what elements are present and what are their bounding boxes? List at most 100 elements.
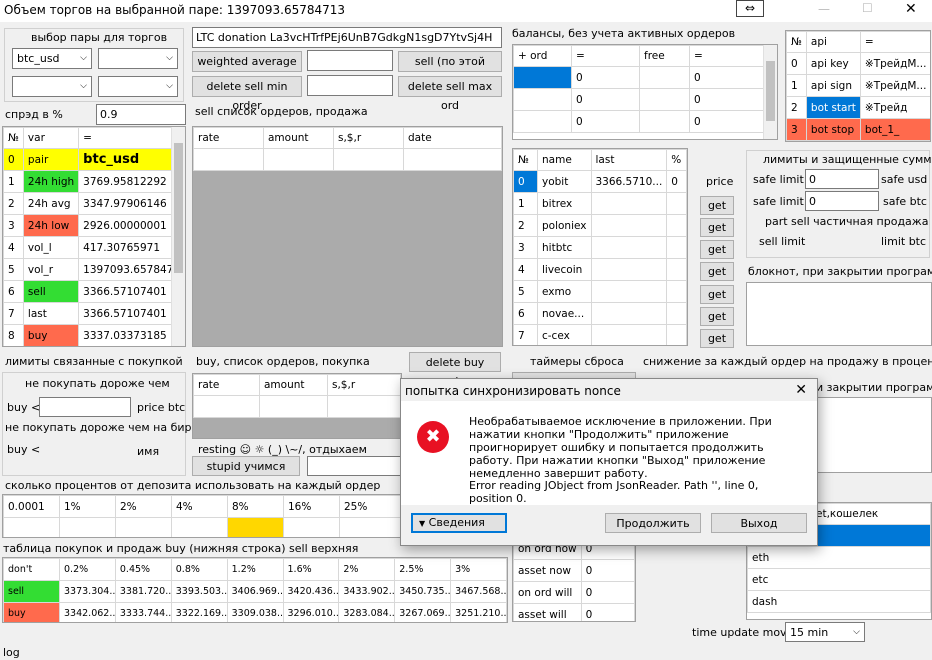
buy-price-input[interactable]	[39, 397, 131, 417]
buy-orders-label: buy, список ордеров, покупка	[196, 355, 370, 368]
no-buy-more-label: не покупать дороже чем	[25, 377, 170, 390]
table-row	[193, 395, 401, 418]
table-row: 0 pair btc_usd	[3, 148, 185, 171]
table-row: sell 3373.304... 3381.720... 3393.503... 340…	[3, 580, 507, 603]
error-dialog: попытка синхронизировать nonce ✕ ✖ Необр…	[400, 378, 818, 546]
pair-select-2[interactable]: ⌵	[98, 48, 178, 69]
buy-lt-label: buy <	[7, 401, 41, 414]
chevron-down-icon: ⌵	[80, 53, 87, 63]
table-row: 7 last 3366.57107401	[3, 302, 185, 325]
table-row	[193, 148, 502, 171]
table-row: 2 bot start ※Трейд	[786, 96, 930, 119]
table-row: 00	[513, 110, 777, 133]
table-row: 6 novae...	[513, 302, 687, 325]
table-row: dash	[747, 590, 931, 613]
stupid-button[interactable]: stupid учимся	[192, 456, 300, 476]
limits-group: лимиты и защищенные суммы safe limit 0 s…	[746, 150, 932, 258]
chevron-down-icon: ▼	[419, 519, 426, 528]
dialog-error-text: Error reading JObject from JsonReader. P…	[469, 479, 759, 505]
price-label: price	[706, 175, 734, 188]
stupid-input[interactable]	[307, 456, 403, 476]
exit-button[interactable]: Выход	[711, 513, 807, 533]
dialog-title: попытка синхронизировать nonce	[405, 384, 621, 398]
table-row: on ord will 0	[513, 581, 635, 604]
pair-select[interactable]: btc_usd ⌵	[12, 48, 92, 69]
details-button[interactable]: ▼ Сведения	[411, 513, 507, 533]
deposit-table[interactable]: 0.0001 1% 2% 4% 8% 16% 25%	[2, 494, 412, 538]
part-sell-label: part sell частичная продажа	[765, 215, 929, 228]
table-row: 0 api key ※ТрейдМ...	[786, 52, 930, 75]
minimize-icon[interactable]: —	[818, 2, 830, 16]
pair-label: выбор пары для торгов	[31, 31, 168, 44]
sell-amount-input[interactable]	[307, 75, 393, 96]
delete-sell-max-button[interactable]: delete sell max ord	[398, 76, 502, 112]
table-row: eth	[747, 546, 931, 569]
safe-btc-input[interactable]: 0	[805, 191, 879, 211]
get-button[interactable]: get	[700, 240, 734, 259]
price-btc-label: price btc	[137, 401, 186, 414]
notepad2-label: и закрытии программы	[816, 381, 932, 394]
table-row: 1 bitrex	[513, 192, 687, 215]
api-table[interactable]: № api = 0 api key ※ТрейдМ... 1 api sign ※Трейд…	[785, 30, 931, 142]
table-row: asset will 0	[513, 603, 635, 621]
table-row: 2 24h avg 3347.97906146	[3, 192, 185, 215]
buy-limits-group: не покупать дороже чем buy < price btc н…	[2, 372, 208, 476]
pair-select-4[interactable]: ⌵	[98, 76, 178, 97]
close-icon[interactable]: ✕	[905, 1, 917, 17]
weighted-average-button[interactable]: weighted average	[192, 51, 302, 72]
table-row: 6 sell 3366.57107401	[3, 280, 185, 303]
table-row: 5 exmo	[513, 280, 687, 303]
chevron-down-icon: ⌵	[80, 81, 87, 91]
get-button[interactable]: get	[700, 262, 734, 281]
buy-limits-title: лимиты связанные с покупкой	[5, 355, 183, 368]
ticker-table[interactable]: № var = 0 pair btc_usd 1 24h high 3769.9581229…	[2, 126, 186, 347]
title-bar: Объем торгов на выбранной паре: 1397093.…	[0, 0, 932, 22]
sell-no-price-button[interactable]: sell (по этой цене)	[398, 51, 502, 87]
table-row: 7 c-cex	[513, 324, 687, 345]
notepad-textarea[interactable]	[746, 282, 932, 346]
get-button[interactable]: get	[700, 307, 734, 326]
log-label: log	[3, 646, 20, 659]
get-button[interactable]: get	[700, 218, 734, 237]
get-button[interactable]: get	[700, 329, 734, 348]
decrease-label: снижение за каждый ордер на продажу в пр…	[643, 355, 932, 368]
sell-price-input[interactable]	[307, 50, 393, 71]
orders-side-table[interactable]: on ord now 0 asset now 0 on ord will 0 asse…	[512, 536, 636, 622]
resting-label: resting ☺ ☼ (_) \~/, отдыхаем	[198, 443, 367, 456]
table-row: 3 bot stop bot_1_	[786, 118, 930, 141]
table-row: 1 24h high 3769.95812292	[3, 170, 185, 193]
dialog-close-icon[interactable]: ✕	[795, 382, 807, 398]
time-update-label: time update move	[692, 626, 794, 639]
buy-orders-table[interactable]: rate amount s,$,r	[192, 373, 402, 439]
sell-orders-table[interactable]: rate amount s,$,r date	[192, 126, 503, 347]
balances-table[interactable]: + ord = free = 00 00 00	[512, 44, 778, 140]
swap-icon[interactable]: ⇔	[736, 0, 764, 17]
scrollbar[interactable]	[763, 45, 777, 139]
table-row: 00	[513, 88, 777, 111]
scrollbar[interactable]	[171, 127, 185, 346]
table-row: 0 yobit 3366.5710... 0	[513, 170, 687, 193]
table-row: 4 livecoin	[513, 258, 687, 281]
notepad2-textarea[interactable]	[816, 397, 932, 473]
safe-btc-label: safe btc	[883, 195, 927, 208]
table-row	[3, 517, 411, 537]
spread-input[interactable]: 0.9	[96, 104, 186, 125]
time-update-select[interactable]: 15 min ⌵	[785, 622, 865, 642]
trade-table[interactable]: don't 0.2% 0.45% 0.8% 1.2% 1.6% 2% 2.5% 3% sell 3…	[2, 557, 508, 623]
delete-buy-button[interactable]: delete buy order	[409, 352, 501, 388]
maximize-icon[interactable]: ☐	[862, 1, 873, 15]
chevron-down-icon: ⌵	[166, 53, 173, 63]
donation-field[interactable]: LTC donation La3vcHTrfPEj6UnB7GdkgN1sgD7…	[192, 27, 502, 48]
table-row: 5 vol_r 1397093.65784713	[3, 258, 185, 281]
sell-limit-label: sell limit	[759, 235, 806, 248]
safe-usd-input[interactable]: 0	[805, 169, 879, 189]
get-button[interactable]: get	[700, 285, 734, 304]
get-button[interactable]: get	[700, 196, 734, 215]
pair-select-3[interactable]: ⌵	[12, 76, 92, 97]
continue-button[interactable]: Продолжить	[605, 513, 701, 533]
table-row: 4 vol_l 417.30765971	[3, 236, 185, 259]
deposit-label: сколько процентов от депозита использова…	[5, 479, 381, 492]
safe-limit-label: safe limit	[753, 173, 804, 186]
exchanges-table[interactable]: № name last% 0 yobit 3366.5710... 0 1 bitrex 2…	[512, 148, 688, 346]
delete-sell-min-button[interactable]: delete sell min order	[192, 76, 302, 112]
